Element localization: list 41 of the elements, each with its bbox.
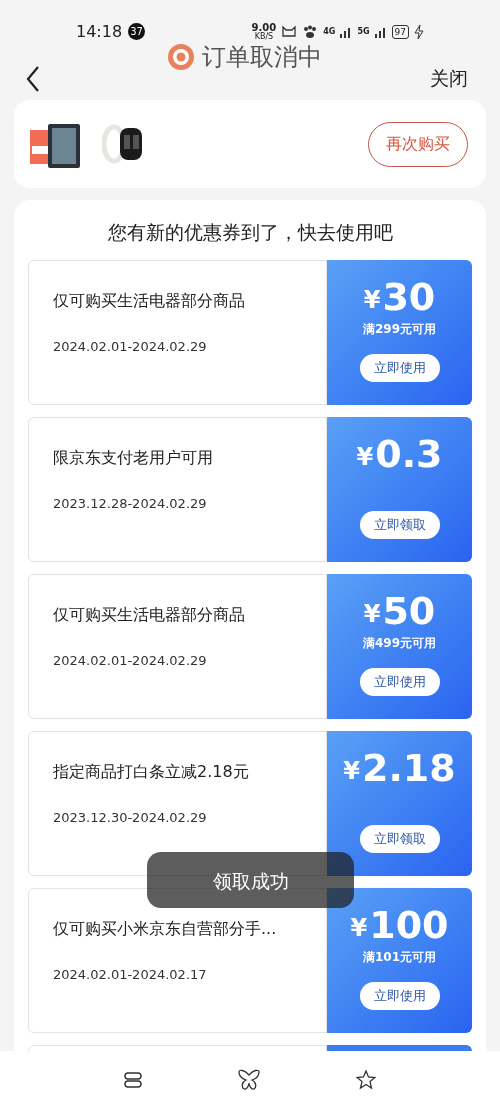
coupon-title: 限京东支付老用户可用 [53, 446, 214, 469]
coupon-dates: 2024.02.01-2024.02.17 [53, 965, 208, 984]
status-time: 14:18 [76, 20, 123, 43]
close-link[interactable]: 关闭 [430, 64, 468, 93]
butterfly-icon[interactable] [237, 1069, 261, 1091]
coupon-panel-title: 您有新的优惠券到了，快去使用吧 [107, 220, 393, 245]
paw-icon [302, 24, 319, 39]
coupon-action-button[interactable]: 立即领取 [359, 510, 440, 539]
status-ring-icon [168, 44, 194, 70]
star-icon[interactable] [356, 1070, 376, 1090]
back-icon[interactable] [26, 64, 40, 93]
banner-text: 订单取消中 [202, 45, 322, 69]
signal-icon [374, 25, 387, 38]
coupon-condition: 满101元可用 [362, 948, 437, 966]
network-label: 5G [357, 25, 370, 38]
signal-icon [340, 25, 353, 38]
coupon-amount: ¥50 [363, 589, 436, 630]
coupon-action-button[interactable]: 立即使用 [359, 353, 440, 382]
battery-indicator: 97 [391, 24, 409, 39]
coupon-title: 仅可购买生活电器部分商品 [53, 289, 246, 312]
coupon-condition: 满299元可用 [362, 320, 437, 338]
coupon-action-button[interactable]: 立即使用 [359, 667, 440, 696]
network-label: 4G [323, 25, 336, 38]
network-speed: 9.00 KB/S [251, 22, 277, 41]
coupon-action-button[interactable]: 立即领取 [359, 824, 440, 853]
coupon-amount: ¥2.18 [343, 746, 456, 787]
toast: 领取成功 [147, 852, 354, 908]
coupon-dates: 2024.02.01-2024.02.29 [53, 337, 208, 356]
coupon-condition: 满499元可用 [362, 634, 437, 652]
menu-icon[interactable] [124, 1072, 142, 1088]
coupon-amount: ¥30 [363, 275, 436, 316]
coupon-title: 仅可购买小米京东自营部分手... [53, 917, 278, 940]
charging-icon [414, 24, 424, 39]
coupon-title: 指定商品打白条立减2.18元 [53, 760, 250, 783]
coupon-action-button[interactable]: 立即使用 [359, 981, 440, 1010]
coupon-dates: 2024.02.01-2024.02.29 [53, 651, 208, 670]
coupon-title: 仅可购买生活电器部分商品 [53, 603, 246, 626]
coupon-amount: ¥0.3 [356, 432, 443, 473]
coupon-dates: 2023.12.28-2024.02.29 [53, 494, 208, 513]
notification-badge: 37 [128, 23, 146, 40]
coupon-dates: 2023.12.30-2024.02.29 [53, 808, 208, 827]
